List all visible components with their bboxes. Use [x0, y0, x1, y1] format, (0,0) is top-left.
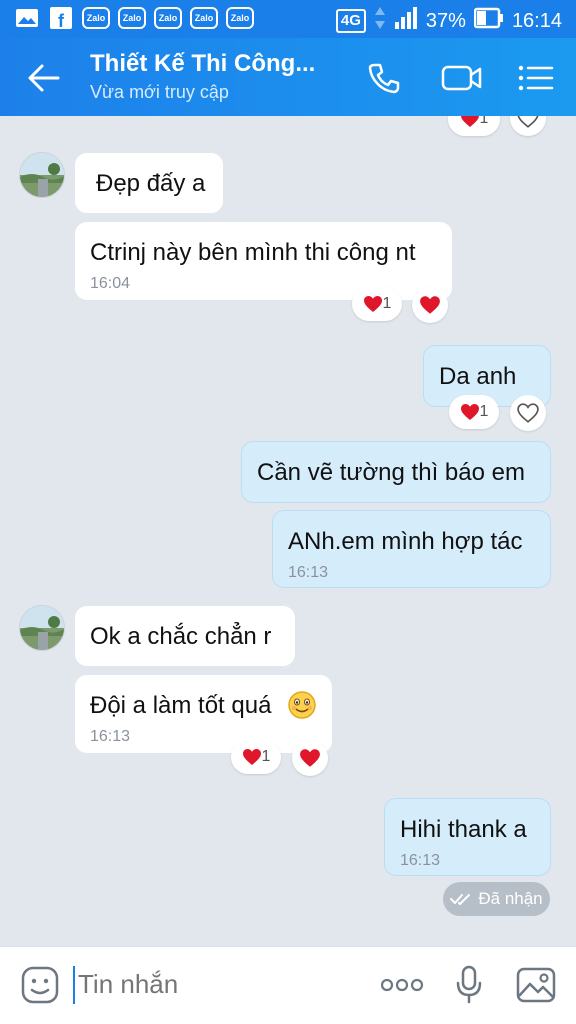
notification-icons: f Zalo Zalo Zalo Zalo Zalo [14, 7, 254, 29]
message-input[interactable] [78, 969, 358, 1000]
battery-icon [473, 7, 504, 35]
more-options-button[interactable] [378, 965, 426, 1005]
last-seen-status: Vừa mới truy cập [90, 82, 229, 102]
reaction-count: 1 [479, 403, 489, 420]
arrow-left-icon [28, 64, 60, 92]
list-menu-icon [518, 65, 554, 91]
message-bubble-outgoing[interactable]: ANh.em mình hợp tác 16:13 [272, 510, 551, 588]
message-text: Da anh [439, 363, 517, 390]
chat-header: Thiết Kế Thi Công... Vừa mới truy cập [0, 38, 576, 116]
message-time: 16:04 [90, 275, 131, 292]
voice-message-button[interactable] [452, 965, 486, 1005]
data-arrows-icon [374, 6, 386, 36]
message-text: Đội a làm tốt quá [90, 692, 272, 719]
avatar[interactable] [19, 152, 65, 198]
heart-icon [363, 296, 382, 312]
signal-icon [394, 6, 418, 36]
voice-call-button[interactable] [364, 58, 404, 98]
photo-button[interactable] [514, 965, 558, 1005]
network-type: 4G [335, 9, 366, 33]
message-text: Đẹp đấy a [96, 170, 206, 197]
message-bubble-incoming[interactable]: Đẹp đấy a [75, 153, 223, 213]
reaction-count: 1 [261, 748, 271, 765]
clock: 16:14 [511, 9, 562, 32]
phone-icon [368, 63, 400, 94]
message-text: Ctrinj này bên mình thi công nt [90, 239, 416, 266]
text-cursor [73, 966, 75, 1004]
react-button[interactable] [510, 116, 546, 136]
menu-button[interactable] [516, 58, 556, 98]
react-button[interactable] [510, 395, 546, 431]
system-status: 4G 37% 16:14 [335, 6, 562, 36]
message-bubble-incoming[interactable]: Đội a làm tốt quá 16:13 [75, 675, 332, 753]
message-time: 16:13 [90, 728, 131, 745]
reaction-badge[interactable]: 1 [449, 395, 499, 429]
message-list[interactable]: 1 Đẹp đấy a Ctrinj này bên mình thi công… [0, 116, 576, 946]
message-bubble-outgoing[interactable]: Cần vẽ tường thì báo em [241, 441, 551, 503]
message-time: 16:13 [288, 564, 329, 581]
zalo-icon: Zalo [118, 7, 146, 29]
heart-icon [300, 749, 320, 767]
message-bubble-incoming[interactable]: Ctrinj này bên mình thi công nt 16:04 [75, 222, 452, 300]
message-input-bar [0, 946, 576, 1024]
reaction-badge[interactable]: 1 [448, 116, 500, 136]
heart-icon [460, 116, 479, 127]
status-bar: f Zalo Zalo Zalo Zalo Zalo 4G 37% 16:14 [0, 0, 576, 38]
reaction-badge[interactable]: 1 [231, 740, 281, 774]
avatar[interactable] [19, 605, 65, 651]
heart-outline-icon [517, 116, 539, 128]
delivery-status-badge: Đã nhận [443, 882, 550, 916]
heart-icon [460, 404, 479, 420]
message-bubble-incoming[interactable]: Ok a chắc chẳn r [75, 606, 295, 666]
smiling-emoji-icon [288, 691, 316, 719]
message-text: ANh.em mình hợp tác [288, 528, 523, 555]
heart-outline-icon [517, 403, 539, 423]
battery-percent: 37% [425, 9, 466, 32]
video-call-button[interactable] [440, 58, 484, 98]
reaction-count: 1 [479, 116, 489, 127]
image-icon [516, 967, 556, 1003]
video-camera-icon [441, 65, 482, 91]
message-text: Hihi thank a [400, 816, 527, 843]
sticker-icon [21, 966, 59, 1004]
message-text: Cần vẽ tường thì báo em [257, 459, 525, 486]
more-dots-icon [380, 978, 424, 992]
message-text: Ok a chắc chẳn r [90, 623, 272, 650]
message-bubble-outgoing[interactable]: Hihi thank a 16:13 [384, 798, 551, 876]
contact-name[interactable]: Thiết Kế Thi Công... [90, 50, 315, 78]
double-check-icon [450, 894, 471, 905]
reaction-count: 1 [382, 295, 392, 312]
zalo-icon: Zalo [190, 7, 218, 29]
microphone-icon [456, 965, 482, 1004]
zalo-icon: Zalo [226, 7, 254, 29]
emoji-button[interactable] [20, 965, 60, 1005]
zalo-icon: Zalo [154, 7, 182, 29]
heart-icon [242, 749, 261, 765]
heart-icon [420, 296, 440, 314]
react-button[interactable] [292, 740, 328, 776]
svg-text:f: f [58, 11, 65, 29]
zalo-icon: Zalo [82, 7, 110, 29]
facebook-icon: f [48, 7, 74, 29]
message-time: 16:13 [400, 852, 441, 869]
reaction-badge[interactable]: 1 [352, 287, 402, 321]
delivery-status-text: Đã nhận [478, 889, 543, 908]
back-button[interactable] [24, 60, 64, 96]
react-button[interactable] [412, 287, 448, 323]
gallery-icon [14, 7, 40, 29]
